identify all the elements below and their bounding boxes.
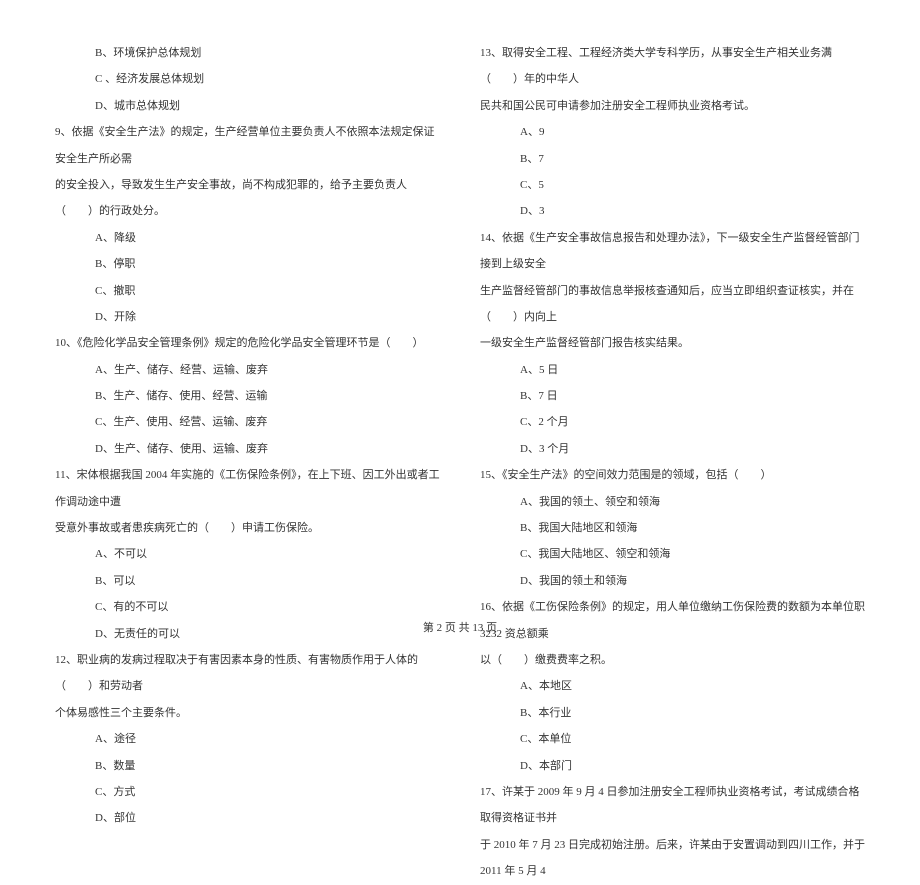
q12-text: 12、职业病的发病过程取决于有害因素本身的性质、有害物质作用于人体的（ ）和劳动… <box>55 647 440 700</box>
q15-option-c: C、我国大陆地区、领空和领海 <box>480 541 865 567</box>
q16-option-a: A、本地区 <box>480 673 865 699</box>
q9-text: 9、依据《安全生产法》的规定，生产经营单位主要负责人不依照本法规定保证安全生产所… <box>55 119 440 172</box>
q10-option-a: A、生产、储存、经营、运输、废弃 <box>55 357 440 383</box>
q10-option-b: B、生产、储存、使用、经营、运输 <box>55 383 440 409</box>
q12-text-cont: 个体易感性三个主要条件。 <box>55 700 440 726</box>
q13-text-cont: 民共和国公民可申请参加注册安全工程师执业资格考试。 <box>480 93 865 119</box>
q15-option-d: D、我国的领土和领海 <box>480 568 865 594</box>
q8-option-d: D、城市总体规划 <box>55 93 440 119</box>
left-column: B、环境保护总体规划 C 、经济发展总体规划 D、城市总体规划 9、依据《安全生… <box>55 40 440 600</box>
q16-option-b: B、本行业 <box>480 700 865 726</box>
q8-option-c: C 、经济发展总体规划 <box>55 66 440 92</box>
q11-option-a: A、不可以 <box>55 541 440 567</box>
q15-option-b: B、我国大陆地区和领海 <box>480 515 865 541</box>
q14-text-cont: 生产监督经管部门的事故信息举报核查通知后，应当立即组织查证核实，并在（ ）内向上 <box>480 278 865 331</box>
q9-option-d: D、开除 <box>55 304 440 330</box>
q12-option-c: C、方式 <box>55 779 440 805</box>
q14-text: 14、依据《生产安全事故信息报告和处理办法》，下一级安全生产监督经管部门接到上级… <box>480 225 865 278</box>
q12-option-a: A、途径 <box>55 726 440 752</box>
q11-option-b: B、可以 <box>55 568 440 594</box>
q12-option-b: B、数量 <box>55 753 440 779</box>
q14-option-b: B、7 日 <box>480 383 865 409</box>
q10-option-c: C、生产、使用、经营、运输、废弃 <box>55 409 440 435</box>
q11-option-c: C、有的不可以 <box>55 594 440 620</box>
q14-option-a: A、5 日 <box>480 357 865 383</box>
q8-option-b: B、环境保护总体规划 <box>55 40 440 66</box>
q11-text: 11、宋体根据我国 2004 年实施的《工伤保险条例》，在上下班、因工外出或者工… <box>55 462 440 515</box>
q15-option-a: A、我国的领土、领空和领海 <box>480 489 865 515</box>
q16-option-c: C、本单位 <box>480 726 865 752</box>
q10-option-d: D、生产、储存、使用、运输、废弃 <box>55 436 440 462</box>
q9-option-a: A、降级 <box>55 225 440 251</box>
right-column: 13、取得安全工程、工程经济类大学专科学历，从事安全生产相关业务满（ ）年的中华… <box>480 40 865 600</box>
q9-option-c: C、撤职 <box>55 278 440 304</box>
q13-option-a: A、9 <box>480 119 865 145</box>
page-footer: 第 2 页 共 13 页 <box>0 619 920 635</box>
q13-option-b: B、7 <box>480 146 865 172</box>
q12-option-d: D、部位 <box>55 805 440 831</box>
q11-text-cont: 受意外事故或者患疾病死亡的（ ）申请工伤保险。 <box>55 515 440 541</box>
q13-text: 13、取得安全工程、工程经济类大学专科学历，从事安全生产相关业务满（ ）年的中华… <box>480 40 865 93</box>
q13-option-c: C、5 <box>480 172 865 198</box>
q9-text-cont: 的安全投入，导致发生生产安全事故，尚不构成犯罪的，给予主要负责人（ ）的行政处分… <box>55 172 440 225</box>
q16-text-cont: 以（ ）缴费费率之积。 <box>480 647 865 673</box>
q16-option-d: D、本部门 <box>480 753 865 779</box>
q14-option-d: D、3 个月 <box>480 436 865 462</box>
q10-text: 10、《危险化学品安全管理条例》规定的危险化学品安全管理环节是（ ） <box>55 330 440 356</box>
q9-option-b: B、停职 <box>55 251 440 277</box>
q15-text: 15、《安全生产法》的空间效力范围是的领域，包括（ ） <box>480 462 865 488</box>
q14-option-c: C、2 个月 <box>480 409 865 435</box>
q17-text-cont: 于 2010 年 7 月 23 日完成初始注册。后来，许某由于安置调动到四川工作… <box>480 832 865 885</box>
q13-option-d: D、3 <box>480 198 865 224</box>
q14-text-cont2: 一级安全生产监督经管部门报告核实结果。 <box>480 330 865 356</box>
q17-text: 17、许某于 2009 年 9 月 4 日参加注册安全工程师执业资格考试，考试成… <box>480 779 865 832</box>
